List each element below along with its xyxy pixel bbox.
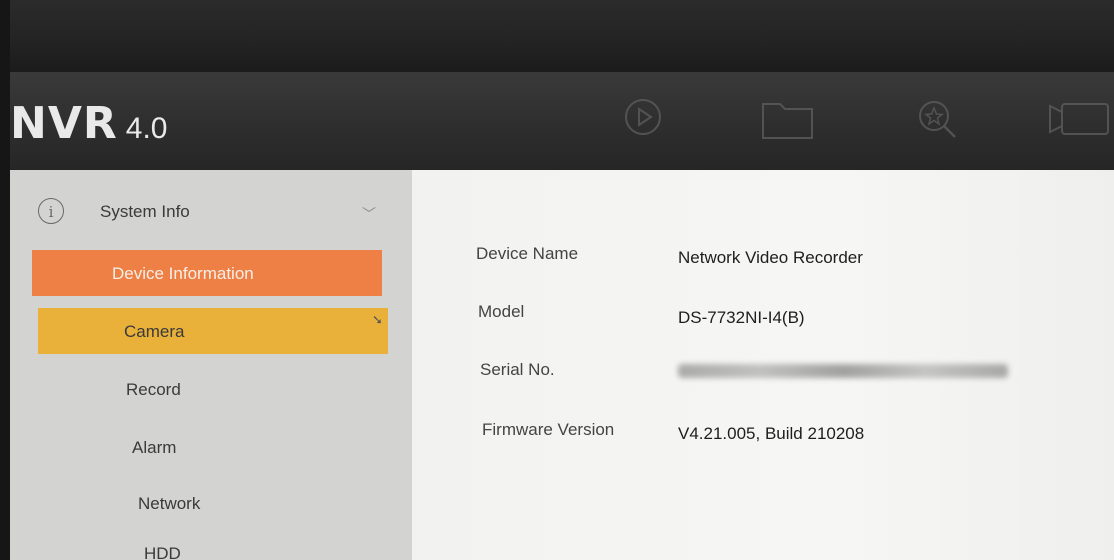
nvr-screen: NVR 4.0 i System Info ﹀ Device Informati… xyxy=(10,72,1114,560)
row-value: Network Video Recorder xyxy=(678,248,863,267)
sidebar-item-record[interactable]: Record xyxy=(10,366,412,412)
playback-icon[interactable] xyxy=(622,96,664,143)
logo-version: 4.0 xyxy=(125,112,168,145)
sidebar-item-label: Record xyxy=(126,380,181,399)
sidebar-item-label: Network xyxy=(138,494,201,513)
row-value: V4.21.005, Build 210208 xyxy=(678,424,865,443)
info-row-device-name: Device Name Network Video Recorder xyxy=(412,244,1114,274)
camera-icon[interactable] xyxy=(1048,96,1114,147)
search-icon[interactable] xyxy=(914,96,960,147)
sidebar-item-label: Device Information xyxy=(112,264,254,283)
row-label: Model xyxy=(478,302,525,321)
sidebar-item-label: Camera xyxy=(124,322,185,341)
row-label: Firmware Version xyxy=(482,420,615,439)
mouse-cursor-icon: ➘ xyxy=(372,312,383,327)
row-label: Device Name xyxy=(476,244,579,263)
row-label: Serial No. xyxy=(480,360,555,379)
sidebar-item-label: HDD xyxy=(144,544,181,560)
sidebar-item-camera[interactable]: Camera ➘ xyxy=(38,308,388,354)
sidebar-item-alarm[interactable]: Alarm xyxy=(10,424,412,470)
info-row-firmware-version: Firmware Version V4.21.005, Build 210208 xyxy=(412,420,1114,450)
serial-value-redacted xyxy=(678,364,1008,378)
sidebar: i System Info ﹀ Device Information Camer… xyxy=(10,170,412,560)
app-logo: NVR 4.0 xyxy=(10,98,167,149)
file-folder-icon[interactable] xyxy=(760,96,816,147)
row-value: DS-7732NI-I4(B) xyxy=(678,308,805,327)
header-bar: NVR 4.0 xyxy=(10,72,1114,170)
chevron-down-icon: ﹀ xyxy=(362,206,376,222)
section-label: System Info xyxy=(100,202,190,221)
device-information-panel: Device Name Network Video Recorder Model… xyxy=(412,170,1114,560)
monitor-bezel xyxy=(0,0,1114,72)
info-row-model: Model DS-7732NI-I4(B) xyxy=(412,302,1114,332)
sidebar-item-device-information[interactable]: Device Information xyxy=(32,250,382,296)
logo-text: NVR xyxy=(10,98,118,149)
sidebar-item-network[interactable]: Network xyxy=(10,480,412,526)
info-row-serial-no: Serial No. xyxy=(412,360,1114,390)
sidebar-section-system-info[interactable]: i System Info ﹀ xyxy=(10,192,412,234)
monitor-bezel-left xyxy=(0,0,10,560)
info-icon: i xyxy=(38,198,64,224)
sidebar-item-label: Alarm xyxy=(132,438,177,457)
sidebar-item-hdd[interactable]: HDD xyxy=(10,530,412,560)
